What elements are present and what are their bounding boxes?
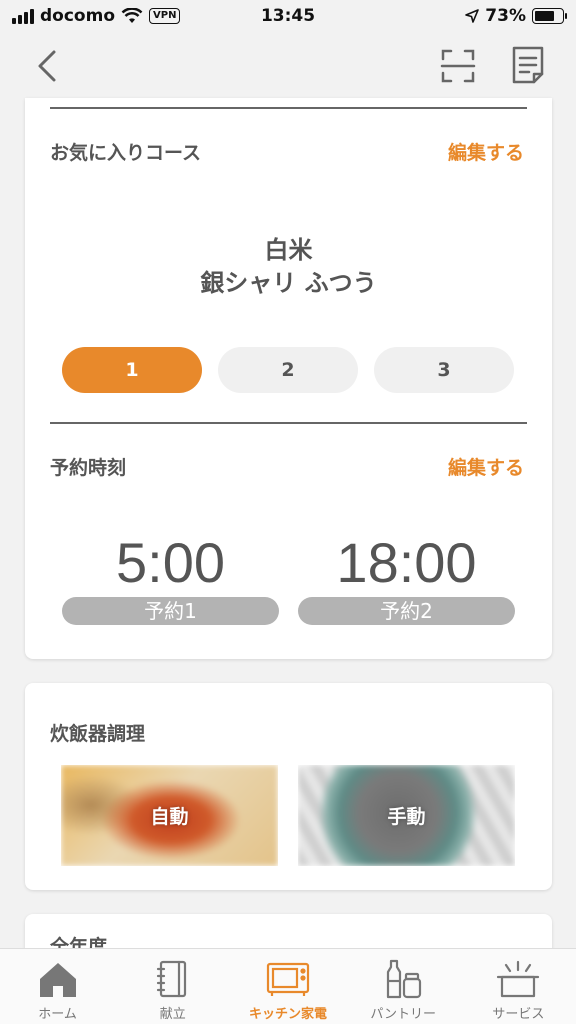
chevron-left-icon[interactable] bbox=[30, 46, 66, 86]
divider bbox=[50, 422, 527, 424]
tab-pantry-label: パントリー bbox=[370, 1007, 437, 1022]
course-slot-3-button[interactable]: 3 bbox=[374, 347, 514, 393]
course-category: 白米 bbox=[264, 236, 313, 264]
settings-card: お気に入りコース 編集する 白米 銀シャリ ふつう 1 2 3 予約時刻 編集す… bbox=[25, 98, 552, 659]
reservation-1-time: 5:00 bbox=[116, 531, 225, 594]
location-arrow-icon bbox=[465, 9, 480, 23]
edit-favorite-course-button[interactable]: 編集する bbox=[448, 138, 524, 165]
course-slot-2-button[interactable]: 2 bbox=[218, 347, 358, 393]
battery-percent: 73% bbox=[485, 6, 526, 26]
manual-cook-label: 手動 bbox=[387, 806, 426, 828]
status-right: 73% bbox=[465, 6, 567, 26]
battery-fill bbox=[535, 11, 554, 21]
manual-cook-tile[interactable]: 手動 bbox=[298, 765, 515, 866]
status-bar: docomo VPN 13:45 73% bbox=[0, 0, 576, 34]
battery-icon bbox=[532, 8, 567, 24]
tab-bar: ホーム 献立 キッチン家電 パントリー サービス bbox=[0, 948, 576, 1024]
cooker-title: 炊飯器調理 bbox=[50, 723, 146, 745]
tab-kitchen-appliances-label: キッチン家電 bbox=[249, 1007, 328, 1022]
reservation-1-button[interactable]: 予約1 bbox=[62, 597, 279, 625]
tab-pantry[interactable]: パントリー bbox=[346, 949, 461, 1024]
tab-menu[interactable]: 献立 bbox=[115, 949, 230, 1024]
notebook-icon bbox=[156, 960, 186, 998]
tab-kitchen-appliances[interactable]: キッチン家電 bbox=[230, 949, 345, 1024]
pantry-icon bbox=[387, 959, 422, 999]
tab-menu-label: 献立 bbox=[159, 1007, 186, 1022]
reservation-2-button[interactable]: 予約2 bbox=[298, 597, 515, 625]
scan-frame-icon[interactable] bbox=[438, 46, 478, 86]
nav-bar bbox=[0, 34, 576, 98]
favorite-course-title: お気に入りコース bbox=[50, 142, 202, 164]
auto-cook-tile[interactable]: 自動 bbox=[61, 765, 278, 866]
reservation-2-time: 18:00 bbox=[336, 531, 477, 594]
course-slot-1-button[interactable]: 1 bbox=[62, 347, 202, 393]
reservation-title: 予約時刻 bbox=[50, 457, 127, 479]
service-box-icon bbox=[497, 960, 540, 998]
cooker-card: 炊飯器調理 自動 手動 bbox=[25, 683, 552, 890]
edit-reservation-button[interactable]: 編集する bbox=[448, 453, 524, 480]
tab-service[interactable]: サービス bbox=[461, 949, 576, 1024]
tab-home-label: ホーム bbox=[38, 1007, 77, 1022]
tab-home[interactable]: ホーム bbox=[0, 949, 115, 1024]
course-name: 銀シャリ ふつう bbox=[200, 269, 377, 297]
note-icon[interactable] bbox=[508, 44, 548, 86]
divider bbox=[50, 107, 527, 109]
auto-cook-label: 自動 bbox=[150, 806, 189, 828]
microwave-icon bbox=[266, 962, 310, 996]
tab-service-label: サービス bbox=[492, 1007, 545, 1022]
home-icon bbox=[39, 963, 76, 997]
